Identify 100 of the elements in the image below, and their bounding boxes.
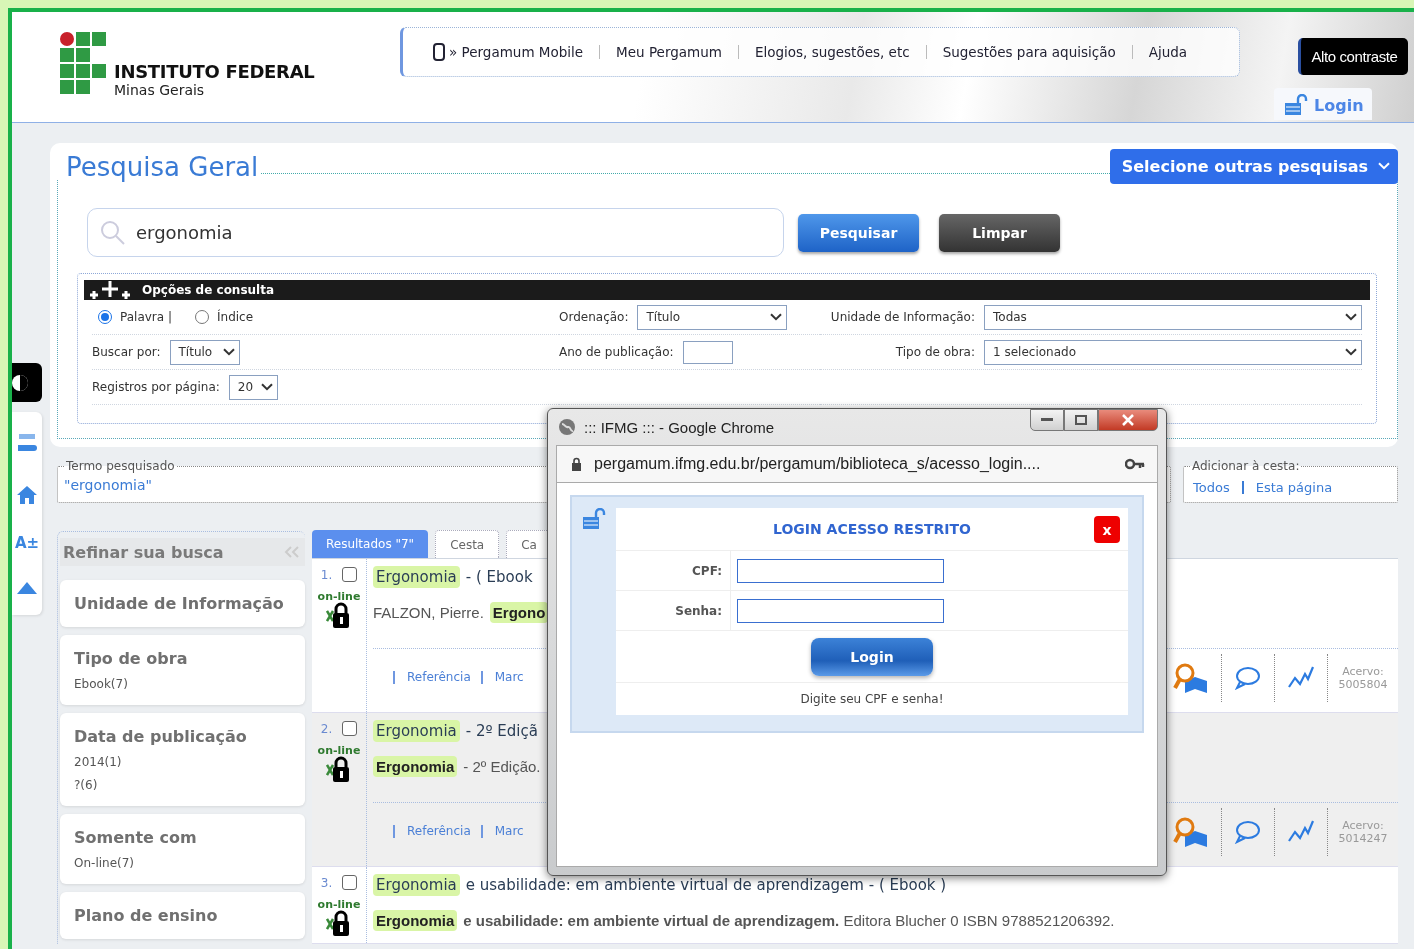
record-title: - 2º Ediçã	[465, 721, 538, 740]
filter-title: Tipo de obra	[74, 649, 189, 668]
highlighted-term: Ergonomia	[373, 873, 460, 896]
search-term: "ergonomia"	[64, 477, 152, 493]
high-contrast-button[interactable]: Alto contraste	[1298, 38, 1408, 75]
panel-legend: Termo pesquisado	[64, 459, 177, 473]
basket-link[interactable]: Todos	[1190, 481, 1242, 494]
minimize-button[interactable]	[1030, 409, 1064, 431]
record-link[interactable]: Referência	[393, 671, 471, 684]
dropdown[interactable]: 1 selecionado	[984, 339, 1362, 365]
page-url: pergamum.ifmg.edu.br/pergamum/biblioteca_s/acesso_login....	[594, 455, 1042, 473]
checkbox[interactable]	[342, 721, 358, 736]
filter-option[interactable]: Ebook(7)	[74, 677, 293, 691]
checkbox[interactable]	[342, 875, 358, 890]
maximize-icon	[1075, 415, 1087, 425]
online-label: on-line	[317, 898, 361, 911]
record-description: FALZON, Pierre.	[373, 604, 484, 621]
online-label: on-line	[317, 590, 361, 603]
filter-title: Plano de ensino	[74, 906, 219, 925]
search-field[interactable]: ergonomia	[87, 208, 784, 257]
basket-link[interactable]: Esta página	[1241, 481, 1345, 494]
field-label: Tipo de obra:	[894, 345, 975, 359]
search-input[interactable]: ergonomia	[134, 221, 771, 244]
text-input[interactable]	[737, 559, 944, 583]
result-number: 3.	[320, 875, 333, 890]
radio-label: Índice	[217, 310, 254, 324]
refine-title: Refinar sua busca	[63, 542, 224, 562]
key-icon[interactable]	[1125, 458, 1145, 470]
maximize-button[interactable]	[1064, 409, 1098, 431]
radio-option[interactable]: Palavra |	[98, 310, 172, 324]
search-action-button[interactable]: Pesquisar	[798, 213, 919, 252]
filter-title: Data de publicação	[74, 727, 248, 746]
record-description: e usabilidade: em ambiente virtual de aprendizagem. Editora Blucher 0 ISBN 9788521206392.	[463, 912, 1115, 929]
highlighted-term: Ergonomia	[373, 719, 460, 742]
results-tab[interactable]: Cesta	[435, 530, 500, 558]
chevron-down-icon	[1345, 312, 1357, 322]
chevron-down-icon	[770, 312, 783, 322]
dropdown[interactable]: Título	[637, 304, 788, 330]
filter-option[interactable]: On-line(7)	[74, 856, 293, 870]
result-number: 1.	[320, 567, 333, 582]
highlighted-term: Ergonomia	[373, 756, 458, 777]
options-title: Opções de consulta	[142, 283, 275, 297]
dropdown[interactable]: 20	[228, 374, 279, 400]
filter-option[interactable]: ?(6)	[74, 778, 293, 792]
padlock-icon	[582, 508, 606, 530]
chevron-down-icon	[261, 382, 274, 392]
nav-link[interactable]: Ajuda	[1131, 45, 1204, 59]
close-button[interactable]	[1098, 409, 1158, 431]
contrast-toggle-icon[interactable]	[12, 363, 42, 402]
padlock-icon	[1284, 94, 1308, 116]
nav-link[interactable]: » Pergamum Mobile	[433, 43, 600, 61]
filter-option[interactable]: 2014(1)	[74, 755, 293, 769]
checkbox[interactable]	[342, 567, 358, 582]
font-size-button[interactable]: A±	[14, 534, 40, 553]
highlighted-term: Ergonomia	[373, 910, 458, 931]
chevron-down-icon	[1378, 162, 1390, 171]
window-title: ::: IFMG ::: - Google Chrome	[584, 418, 776, 436]
login-button[interactable]: Login	[811, 637, 933, 676]
online-label: on-line	[317, 744, 361, 757]
home-icon[interactable]	[16, 484, 38, 505]
padlock-icon	[326, 755, 352, 783]
login-hint: Digite seu CPF e senha!	[799, 691, 945, 708]
record-link[interactable]: Marc	[480, 671, 524, 684]
nav-link[interactable]: Sugestões para aquisição	[925, 45, 1132, 59]
collection-number: Acervo: 5005804	[1337, 664, 1389, 691]
institution-subtitle: Minas Gerais	[114, 82, 206, 98]
record-title: e usabilidade: em ambiente virtual de aprendizagem - ( Ebook )	[465, 875, 947, 894]
field-label: Registros por página:	[92, 380, 220, 394]
record-link[interactable]: Marc	[480, 825, 524, 838]
dropdown[interactable]: Título	[169, 339, 240, 365]
field-label: CPF:	[616, 551, 731, 590]
record-link[interactable]: Referência	[393, 825, 471, 838]
nav-link[interactable]: Elogios, sugestões, etc	[737, 45, 926, 59]
field-label: Ano de publicação:	[559, 345, 674, 359]
radio-button[interactable]	[98, 310, 112, 324]
year-input[interactable]	[682, 340, 733, 364]
chevron-down-icon	[222, 347, 235, 357]
highlighted-term: Ergono	[489, 602, 549, 623]
nav-link[interactable]: Meu Pergamum	[599, 45, 738, 59]
record-title: - ( Ebook	[465, 567, 533, 586]
filter-title: Somente com	[74, 828, 198, 847]
field-label: Buscar por:	[92, 345, 161, 359]
up-arrow-icon[interactable]	[17, 582, 37, 595]
search-icon	[100, 219, 126, 246]
phone-icon	[433, 43, 445, 61]
globe-icon	[558, 418, 576, 436]
other-searches-button[interactable]: Selecione outras pesquisas	[1109, 149, 1398, 184]
dropdown[interactable]: Todas	[984, 304, 1362, 330]
text-input[interactable]	[737, 599, 944, 623]
result-number: 2.	[320, 721, 333, 736]
padlock-icon	[326, 601, 352, 629]
lock-icon	[571, 457, 582, 471]
radio-option[interactable]: Índice	[195, 310, 254, 324]
search-action-button[interactable]: Limpar	[939, 213, 1060, 252]
close-button[interactable]: x	[1094, 516, 1120, 543]
field-label: Unidade de Informação:	[829, 310, 975, 324]
institution-name: INSTITUTO FEDERAL	[114, 61, 315, 82]
panel-legend: Adicionar à cesta:	[1190, 459, 1302, 473]
radio-button[interactable]	[195, 310, 209, 324]
address-bar[interactable]: pergamum.ifmg.edu.br/pergamum/biblioteca_s/acesso_login....	[556, 445, 1158, 483]
